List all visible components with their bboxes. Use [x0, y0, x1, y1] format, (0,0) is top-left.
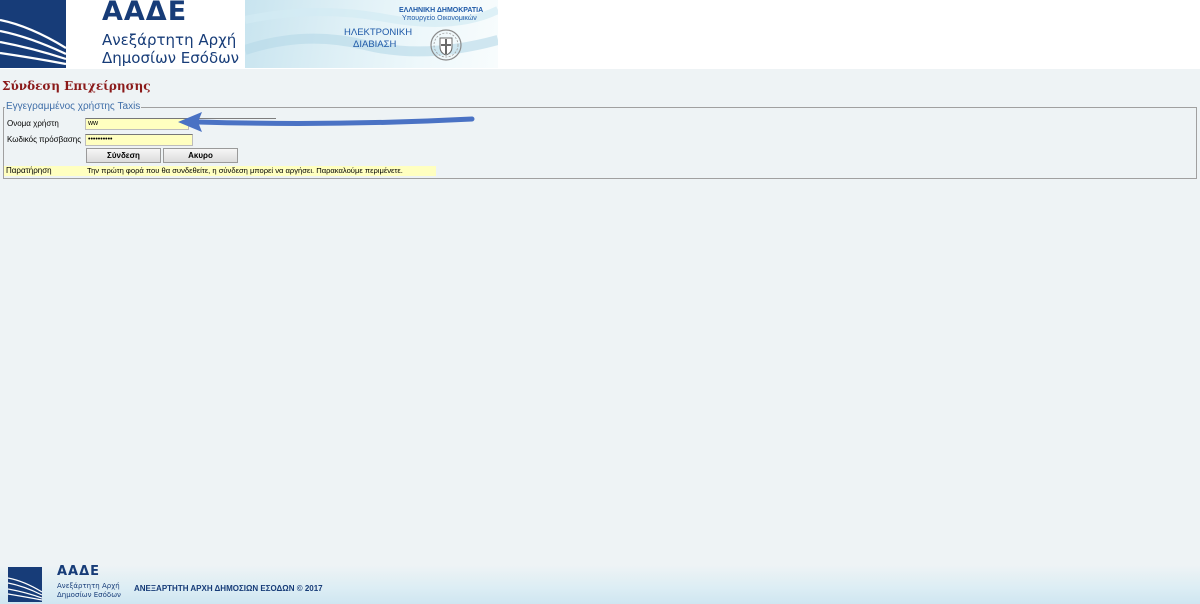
cancel-button[interactable]: Ακυρο: [163, 148, 238, 163]
gov-banner-ministry: Υπουργείο Οικονομικών: [402, 15, 477, 22]
footer-copyright: ΑΝΕΞΑΡΤΗΤΗ ΑΡΧΗ ΔΗΜΟΣΙΩΝ ΕΣΟΔΩΝ © 2017: [134, 584, 323, 593]
password-label: Κωδικός πρόσβασης: [7, 135, 82, 144]
footer-logo-subtitle-line1: Ανεξάρτητη Αρχή: [57, 582, 120, 590]
aade-logo-title: ΑΑΔΕ: [102, 0, 188, 27]
note-label: Παρατήρηση: [6, 166, 52, 175]
gov-banner: ΕΛΛΗΝΙΚΗ ΔΗΜΟΚΡΑΤΙΑ Υπουργείο Οικονομικώ…: [245, 0, 498, 68]
username-label: Ονομα χρήστη: [7, 119, 59, 128]
password-input[interactable]: ••••••••••: [85, 134, 193, 146]
header-divider: [0, 69, 1200, 77]
login-fieldset-legend: Εγγεγραμμένος χρήστης Taxis: [5, 101, 142, 113]
footer-aade-logo-icon: [8, 567, 42, 602]
aade-logo-icon[interactable]: [0, 0, 66, 68]
greek-state-emblem-icon: [430, 29, 462, 61]
login-button[interactable]: Σύνδεση: [86, 148, 161, 163]
note-text: Την πρώτη φορά που θα συνδεθείτε, η σύνδ…: [87, 166, 403, 175]
gov-banner-republic: ΕΛΛΗΝΙΚΗ ΔΗΜΟΚΡΑΤΙΑ: [399, 7, 484, 14]
username-input[interactable]: ww: [85, 118, 189, 130]
aade-logo-subtitle-line2: Δημοσίων Εσόδων: [102, 49, 240, 67]
arrow-left-icon: [178, 112, 475, 132]
gov-banner-service-line1: ΗΛΕΚΤΡΟΝΙΚΗ: [344, 27, 413, 38]
page-title: Σύνδεση Επιχείρησης: [2, 79, 151, 93]
footer-logo-subtitle-line2: Δημοσίων Εσόδων: [57, 591, 121, 599]
aade-logo-subtitle-line1: Ανεξάρτητη Αρχή: [102, 31, 237, 49]
gov-banner-service-line2: ΔΙΑΒΙΑΣΗ: [353, 39, 397, 50]
footer-logo-title: ΑΑΔΕ: [57, 564, 101, 579]
